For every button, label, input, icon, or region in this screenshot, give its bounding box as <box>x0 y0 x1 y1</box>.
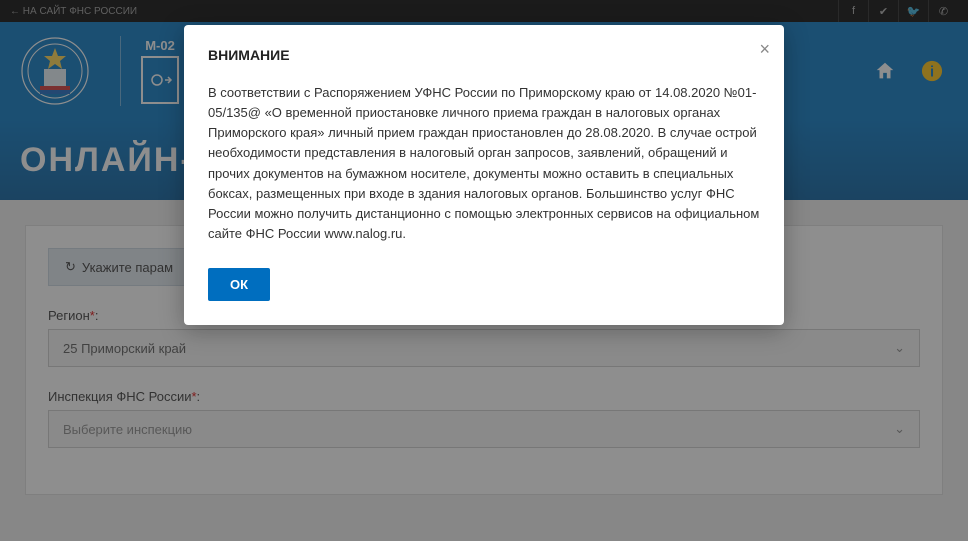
close-icon: × <box>759 39 770 59</box>
modal-title: ВНИМАНИЕ <box>208 47 760 63</box>
attention-modal: × ВНИМАНИЕ В соответствии с Распоряжение… <box>184 25 784 325</box>
modal-body-text: В соответствии с Распоряжением УФНС Росс… <box>208 83 760 244</box>
modal-close-button[interactable]: × <box>759 39 770 60</box>
modal-overlay[interactable]: × ВНИМАНИЕ В соответствии с Распоряжение… <box>0 0 968 541</box>
modal-ok-button[interactable]: ОК <box>208 268 270 301</box>
